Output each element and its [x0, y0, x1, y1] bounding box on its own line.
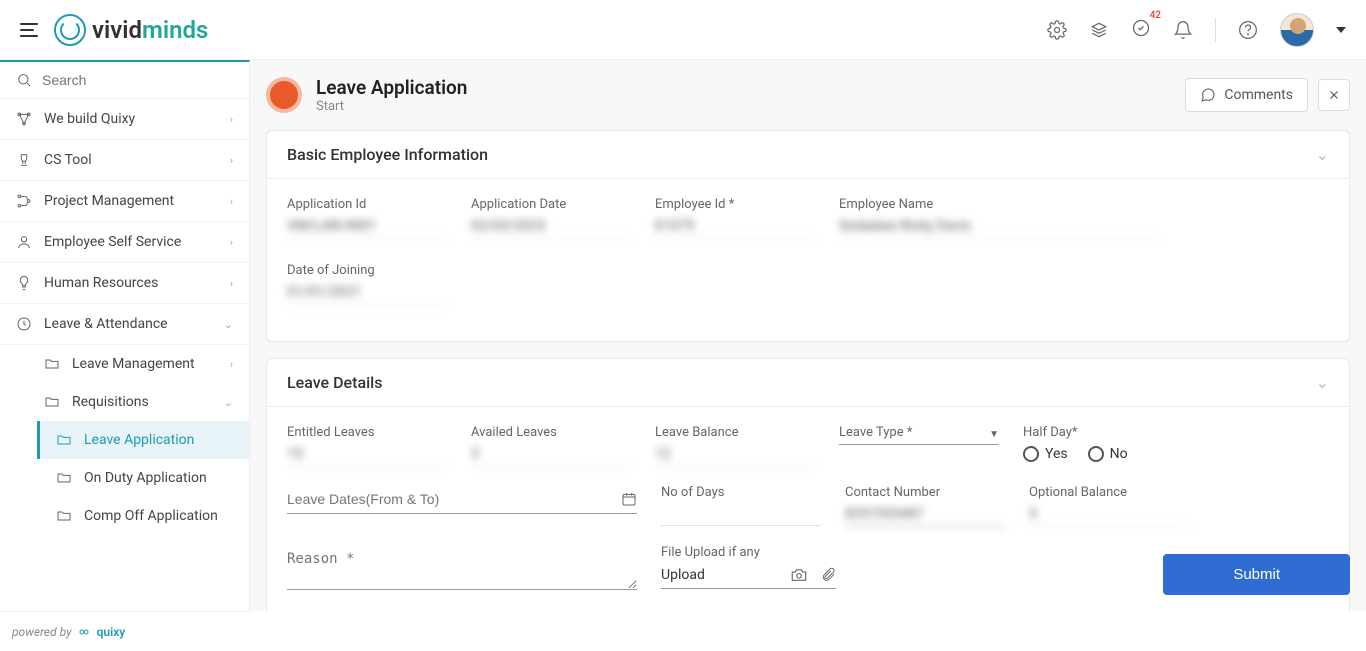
sidebar-item-leave-management[interactable]: Leave Management›: [28, 345, 249, 383]
menu-toggle-icon[interactable]: [20, 18, 44, 42]
application-date-value: 02/03/2023: [471, 218, 631, 239]
sidebar-item-comp-off-application[interactable]: Comp Off Application: [40, 497, 249, 535]
notification-badge: 42: [1150, 10, 1161, 21]
availed-leaves-label: Availed Leaves: [471, 425, 631, 440]
chevron-down-icon: ⌄: [1316, 373, 1329, 392]
sidebar: We build Quixy› CS Tool› Project Managem…: [0, 60, 250, 611]
employee-id-value: E1075: [655, 218, 815, 239]
logo-text: vividminds: [92, 16, 208, 44]
leave-balance-label: Leave Balance: [655, 425, 815, 440]
sidebar-item-employee-self-service[interactable]: Employee Self Service›: [0, 222, 249, 263]
chat-icon: [1200, 87, 1216, 103]
reason-textarea[interactable]: [287, 545, 637, 590]
layers-icon[interactable]: [1089, 20, 1109, 40]
leave-type-select[interactable]: Leave Type *▼: [839, 425, 999, 445]
user-avatar[interactable]: [1280, 13, 1314, 47]
close-button[interactable]: [1318, 79, 1350, 111]
availed-leaves-value: 3: [471, 446, 631, 467]
camera-icon: [790, 566, 808, 584]
leave-balance-value: 12: [655, 446, 815, 467]
clock-icon: [16, 316, 32, 332]
calendar-icon: [621, 491, 637, 507]
logo-icon: [54, 14, 86, 46]
leave-details-header[interactable]: Leave Details⌄: [267, 359, 1349, 407]
footer: powered by quixy: [0, 611, 250, 651]
sidebar-item-we-build-quixy[interactable]: We build Quixy›: [0, 99, 249, 140]
flow-icon: [16, 193, 32, 209]
powered-by-logo: quixy: [78, 625, 126, 639]
folder-icon: [56, 508, 72, 524]
gear-icon[interactable]: [1047, 20, 1067, 40]
optional-balance-label: Optional Balance: [1029, 485, 1189, 500]
app-header: vividminds 42: [0, 0, 1366, 60]
half-day-yes-radio[interactable]: Yes: [1023, 446, 1068, 462]
leave-dates-input[interactable]: [287, 485, 637, 514]
entitled-leaves-label: Entitled Leaves: [287, 425, 447, 440]
tasks-icon[interactable]: 42: [1131, 18, 1151, 42]
chevron-down-icon: ⌄: [1316, 145, 1329, 164]
sidebar-item-on-duty-application[interactable]: On Duty Application: [40, 459, 249, 497]
network-icon: [16, 111, 32, 127]
help-icon[interactable]: [1238, 20, 1258, 40]
half-day-label: Half Day*: [1023, 425, 1223, 440]
page-title: Leave Application: [316, 76, 467, 99]
basic-info-section: Basic Employee Information⌄ Application …: [266, 130, 1350, 342]
file-upload-input[interactable]: Upload: [661, 566, 836, 589]
basic-info-header[interactable]: Basic Employee Information⌄: [267, 131, 1349, 179]
sidebar-item-human-resources[interactable]: Human Resources›: [0, 263, 249, 304]
comments-button[interactable]: Comments: [1185, 78, 1308, 112]
user-menu-caret-icon[interactable]: [1336, 27, 1346, 33]
folder-icon: [56, 470, 72, 486]
application-id-label: Application Id: [287, 197, 447, 212]
optional-balance-value: 5: [1029, 506, 1189, 527]
submit-button[interactable]: Submit: [1163, 554, 1350, 595]
page-subtitle: Start: [316, 99, 467, 114]
chevron-down-icon: ▼: [989, 429, 999, 440]
sidebar-item-leave-application[interactable]: Leave Application: [37, 421, 249, 459]
contact-number-label: Contact Number: [845, 485, 1005, 500]
sidebar-item-requisitions[interactable]: Requisitions⌄: [28, 383, 249, 421]
employee-name-value: Sodadasi Ricky Davis: [839, 218, 1159, 239]
main-content: Leave Application Start Comments Basic E…: [250, 60, 1366, 611]
bell-icon[interactable]: [1173, 20, 1193, 40]
close-icon: [1327, 88, 1341, 102]
half-day-no-radio[interactable]: No: [1088, 446, 1128, 462]
no-of-days-label: No of Days: [661, 485, 821, 500]
trophy-icon: [16, 152, 32, 168]
folder-icon: [44, 394, 60, 410]
attachment-icon: [820, 567, 836, 583]
entitled-leaves-value: 15: [287, 446, 447, 467]
person-icon: [16, 234, 32, 250]
file-upload-label: File Upload if any: [661, 545, 836, 560]
folder-icon: [44, 356, 60, 372]
no-of-days-value: [661, 506, 821, 526]
page-icon: [266, 77, 302, 113]
folder-icon: [56, 432, 72, 448]
sidebar-item-project-management[interactable]: Project Management›: [0, 181, 249, 222]
sidebar-item-leave-attendance[interactable]: Leave & Attendance⌄: [0, 304, 249, 345]
application-date-label: Application Date: [471, 197, 631, 212]
employee-id-label: Employee Id *: [655, 197, 815, 212]
search-input[interactable]: [42, 72, 233, 88]
application-id-value: VM/LAR/4001: [287, 218, 447, 239]
contact-number-value: 8297353487: [845, 506, 1005, 527]
search-icon: [16, 72, 32, 88]
employee-name-label: Employee Name: [839, 197, 1159, 212]
date-of-joining-value: 01/01/2021: [287, 284, 447, 305]
idea-icon: [16, 275, 32, 291]
divider: [1215, 18, 1216, 42]
brand-logo[interactable]: vividminds: [54, 14, 208, 46]
date-of-joining-label: Date of Joining: [287, 263, 447, 278]
sidebar-item-cs-tool[interactable]: CS Tool›: [0, 140, 249, 181]
